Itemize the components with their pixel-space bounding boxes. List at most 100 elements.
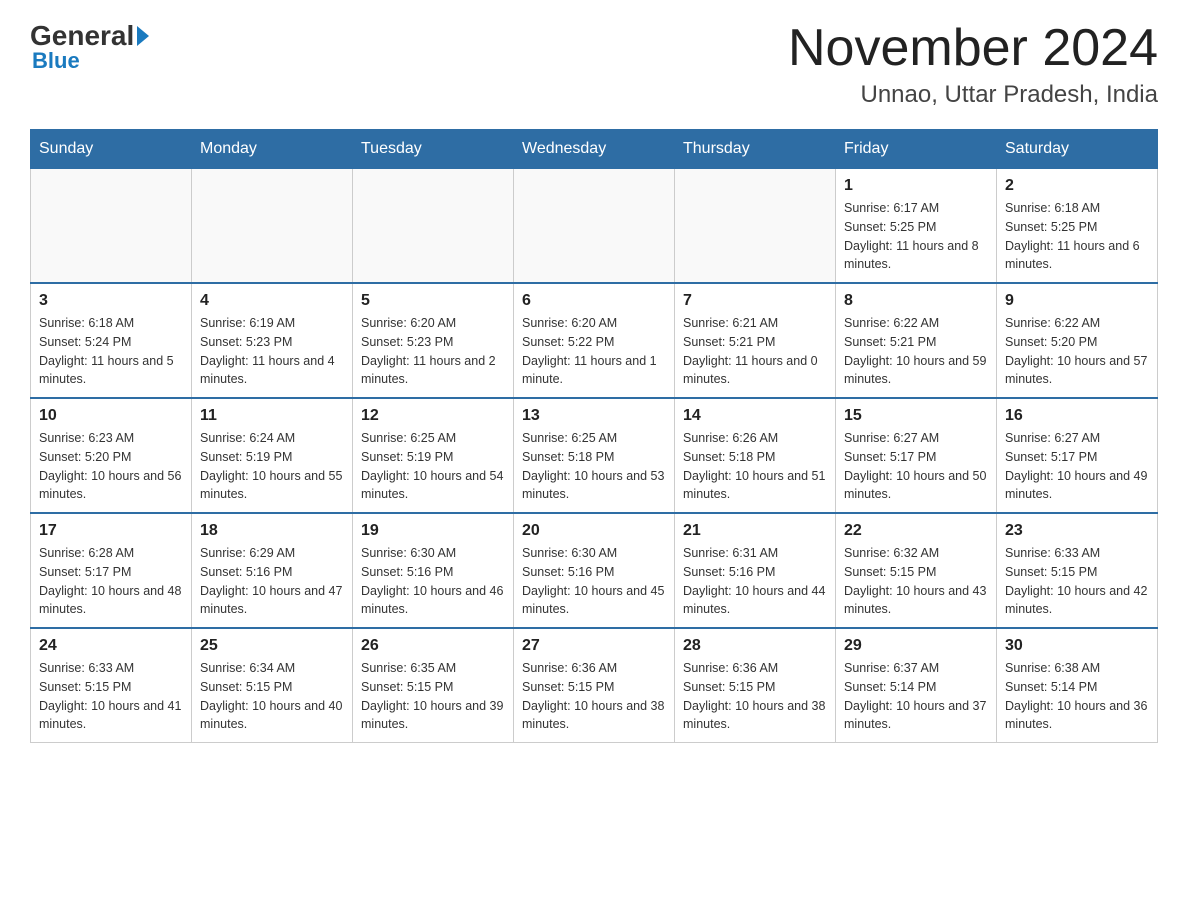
day-number: 2 bbox=[1005, 177, 1149, 195]
day-info: Sunrise: 6:18 AM Sunset: 5:25 PM Dayligh… bbox=[1005, 199, 1149, 274]
day-number: 13 bbox=[522, 407, 666, 425]
day-info: Sunrise: 6:29 AM Sunset: 5:16 PM Dayligh… bbox=[200, 544, 344, 619]
day-number: 29 bbox=[844, 637, 988, 655]
day-number: 24 bbox=[39, 637, 183, 655]
calendar-cell: 22Sunrise: 6:32 AM Sunset: 5:15 PM Dayli… bbox=[836, 513, 997, 628]
calendar-day-header: Saturday bbox=[997, 130, 1158, 169]
day-info: Sunrise: 6:36 AM Sunset: 5:15 PM Dayligh… bbox=[522, 659, 666, 734]
calendar-day-header: Sunday bbox=[31, 130, 192, 169]
calendar-cell: 12 Sunrise: 6:25 AM Sunset: 5:19 PM Dayli… bbox=[353, 398, 514, 513]
day-info: Sunrise: 6:27 AM Sunset: 5:17 PM Dayligh… bbox=[844, 429, 988, 504]
calendar-cell: 27 Sunrise: 6:36 AM Sunset: 5:15 PM Dayli… bbox=[514, 628, 675, 743]
day-number: 3 bbox=[39, 292, 183, 310]
calendar-cell: 6 Sunrise: 6:20 AM Sunset: 5:22 PM Daylig… bbox=[514, 283, 675, 398]
day-number: 25 bbox=[200, 637, 344, 655]
day-number: 5 bbox=[361, 292, 505, 310]
calendar-cell: 10Sunrise: 6:23 AM Sunset: 5:20 PM Dayli… bbox=[31, 398, 192, 513]
day-number: 9 bbox=[1005, 292, 1149, 310]
day-number: 22 bbox=[844, 522, 988, 540]
calendar-cell: 13 Sunrise: 6:25 AM Sunset: 5:18 PM Dayli… bbox=[514, 398, 675, 513]
day-number: 19 bbox=[361, 522, 505, 540]
day-info: Sunrise: 6:24 AM Sunset: 5:19 PM Dayligh… bbox=[200, 429, 344, 504]
day-info: Sunrise: 6:33 AM Sunset: 5:15 PM Dayligh… bbox=[39, 659, 183, 734]
calendar-cell: 25Sunrise: 6:34 AM Sunset: 5:15 PM Dayli… bbox=[192, 628, 353, 743]
day-info: Sunrise: 6:35 AM Sunset: 5:15 PM Dayligh… bbox=[361, 659, 505, 734]
day-info: Sunrise: 6:31 AM Sunset: 5:16 PM Dayligh… bbox=[683, 544, 827, 619]
calendar-cell: 24 Sunrise: 6:33 AM Sunset: 5:15 PM Dayli… bbox=[31, 628, 192, 743]
day-number: 7 bbox=[683, 292, 827, 310]
day-info: Sunrise: 6:37 AM Sunset: 5:14 PM Dayligh… bbox=[844, 659, 988, 734]
day-number: 18 bbox=[200, 522, 344, 540]
logo-triangle-icon bbox=[137, 26, 149, 46]
calendar-week-row: 1 Sunrise: 6:17 AM Sunset: 5:25 PM Daylig… bbox=[31, 169, 1158, 284]
calendar-header-row: SundayMondayTuesdayWednesdayThursdayFrid… bbox=[31, 130, 1158, 169]
day-number: 27 bbox=[522, 637, 666, 655]
day-number: 28 bbox=[683, 637, 827, 655]
calendar-cell bbox=[31, 169, 192, 284]
calendar-cell: 11 Sunrise: 6:24 AM Sunset: 5:19 PM Dayli… bbox=[192, 398, 353, 513]
day-info: Sunrise: 6:26 AM Sunset: 5:18 PM Dayligh… bbox=[683, 429, 827, 504]
calendar-week-row: 3 Sunrise: 6:18 AM Sunset: 5:24 PM Daylig… bbox=[31, 283, 1158, 398]
calendar-cell: 5 Sunrise: 6:20 AM Sunset: 5:23 PM Daylig… bbox=[353, 283, 514, 398]
calendar-cell: 2 Sunrise: 6:18 AM Sunset: 5:25 PM Daylig… bbox=[997, 169, 1158, 284]
logo: General Blue bbox=[30, 20, 152, 74]
calendar-cell: 9 Sunrise: 6:22 AM Sunset: 5:20 PM Daylig… bbox=[997, 283, 1158, 398]
day-info: Sunrise: 6:30 AM Sunset: 5:16 PM Dayligh… bbox=[522, 544, 666, 619]
calendar-week-row: 24 Sunrise: 6:33 AM Sunset: 5:15 PM Dayli… bbox=[31, 628, 1158, 743]
calendar-day-header: Thursday bbox=[675, 130, 836, 169]
calendar-cell: 7 Sunrise: 6:21 AM Sunset: 5:21 PM Daylig… bbox=[675, 283, 836, 398]
day-number: 6 bbox=[522, 292, 666, 310]
calendar-cell: 1 Sunrise: 6:17 AM Sunset: 5:25 PM Daylig… bbox=[836, 169, 997, 284]
calendar-week-row: 10Sunrise: 6:23 AM Sunset: 5:20 PM Dayli… bbox=[31, 398, 1158, 513]
day-info: Sunrise: 6:33 AM Sunset: 5:15 PM Dayligh… bbox=[1005, 544, 1149, 619]
calendar-cell: 23Sunrise: 6:33 AM Sunset: 5:15 PM Dayli… bbox=[997, 513, 1158, 628]
calendar-cell: 3 Sunrise: 6:18 AM Sunset: 5:24 PM Daylig… bbox=[31, 283, 192, 398]
day-number: 8 bbox=[844, 292, 988, 310]
day-number: 26 bbox=[361, 637, 505, 655]
calendar-day-header: Wednesday bbox=[514, 130, 675, 169]
logo-blue-text: Blue bbox=[32, 48, 80, 74]
day-number: 10 bbox=[39, 407, 183, 425]
day-number: 4 bbox=[200, 292, 344, 310]
day-info: Sunrise: 6:17 AM Sunset: 5:25 PM Dayligh… bbox=[844, 199, 988, 274]
day-info: Sunrise: 6:19 AM Sunset: 5:23 PM Dayligh… bbox=[200, 314, 344, 389]
day-number: 17 bbox=[39, 522, 183, 540]
calendar-day-header: Friday bbox=[836, 130, 997, 169]
day-info: Sunrise: 6:30 AM Sunset: 5:16 PM Dayligh… bbox=[361, 544, 505, 619]
day-number: 1 bbox=[844, 177, 988, 195]
day-info: Sunrise: 6:21 AM Sunset: 5:21 PM Dayligh… bbox=[683, 314, 827, 389]
day-number: 12 bbox=[361, 407, 505, 425]
calendar-cell: 19 Sunrise: 6:30 AM Sunset: 5:16 PM Dayli… bbox=[353, 513, 514, 628]
calendar-cell: 30Sunrise: 6:38 AM Sunset: 5:14 PM Dayli… bbox=[997, 628, 1158, 743]
calendar-day-header: Monday bbox=[192, 130, 353, 169]
calendar-cell: 4 Sunrise: 6:19 AM Sunset: 5:23 PM Daylig… bbox=[192, 283, 353, 398]
calendar-cell: 15 Sunrise: 6:27 AM Sunset: 5:17 PM Dayli… bbox=[836, 398, 997, 513]
calendar-cell: 21Sunrise: 6:31 AM Sunset: 5:16 PM Dayli… bbox=[675, 513, 836, 628]
calendar-cell bbox=[192, 169, 353, 284]
day-number: 11 bbox=[200, 407, 344, 425]
day-number: 20 bbox=[522, 522, 666, 540]
day-info: Sunrise: 6:25 AM Sunset: 5:19 PM Dayligh… bbox=[361, 429, 505, 504]
day-info: Sunrise: 6:20 AM Sunset: 5:23 PM Dayligh… bbox=[361, 314, 505, 389]
day-info: Sunrise: 6:25 AM Sunset: 5:18 PM Dayligh… bbox=[522, 429, 666, 504]
calendar-cell: 8 Sunrise: 6:22 AM Sunset: 5:21 PM Daylig… bbox=[836, 283, 997, 398]
day-info: Sunrise: 6:18 AM Sunset: 5:24 PM Dayligh… bbox=[39, 314, 183, 389]
calendar-cell: 26 Sunrise: 6:35 AM Sunset: 5:15 PM Dayli… bbox=[353, 628, 514, 743]
calendar-cell: 28 Sunrise: 6:36 AM Sunset: 5:15 PM Dayli… bbox=[675, 628, 836, 743]
day-info: Sunrise: 6:22 AM Sunset: 5:21 PM Dayligh… bbox=[844, 314, 988, 389]
day-info: Sunrise: 6:38 AM Sunset: 5:14 PM Dayligh… bbox=[1005, 659, 1149, 734]
day-number: 14 bbox=[683, 407, 827, 425]
calendar-day-header: Tuesday bbox=[353, 130, 514, 169]
day-info: Sunrise: 6:22 AM Sunset: 5:20 PM Dayligh… bbox=[1005, 314, 1149, 389]
day-info: Sunrise: 6:36 AM Sunset: 5:15 PM Dayligh… bbox=[683, 659, 827, 734]
calendar-cell bbox=[675, 169, 836, 284]
day-number: 15 bbox=[844, 407, 988, 425]
calendar-cell: 20 Sunrise: 6:30 AM Sunset: 5:16 PM Dayli… bbox=[514, 513, 675, 628]
calendar-cell: 18 Sunrise: 6:29 AM Sunset: 5:16 PM Dayli… bbox=[192, 513, 353, 628]
calendar-cell: 16Sunrise: 6:27 AM Sunset: 5:17 PM Dayli… bbox=[997, 398, 1158, 513]
day-info: Sunrise: 6:27 AM Sunset: 5:17 PM Dayligh… bbox=[1005, 429, 1149, 504]
title-area: November 2024 Unnao, Uttar Pradesh, Indi… bbox=[788, 20, 1158, 109]
day-info: Sunrise: 6:20 AM Sunset: 5:22 PM Dayligh… bbox=[522, 314, 666, 389]
calendar-week-row: 17Sunrise: 6:28 AM Sunset: 5:17 PM Dayli… bbox=[31, 513, 1158, 628]
calendar-table: SundayMondayTuesdayWednesdayThursdayFrid… bbox=[30, 129, 1158, 743]
